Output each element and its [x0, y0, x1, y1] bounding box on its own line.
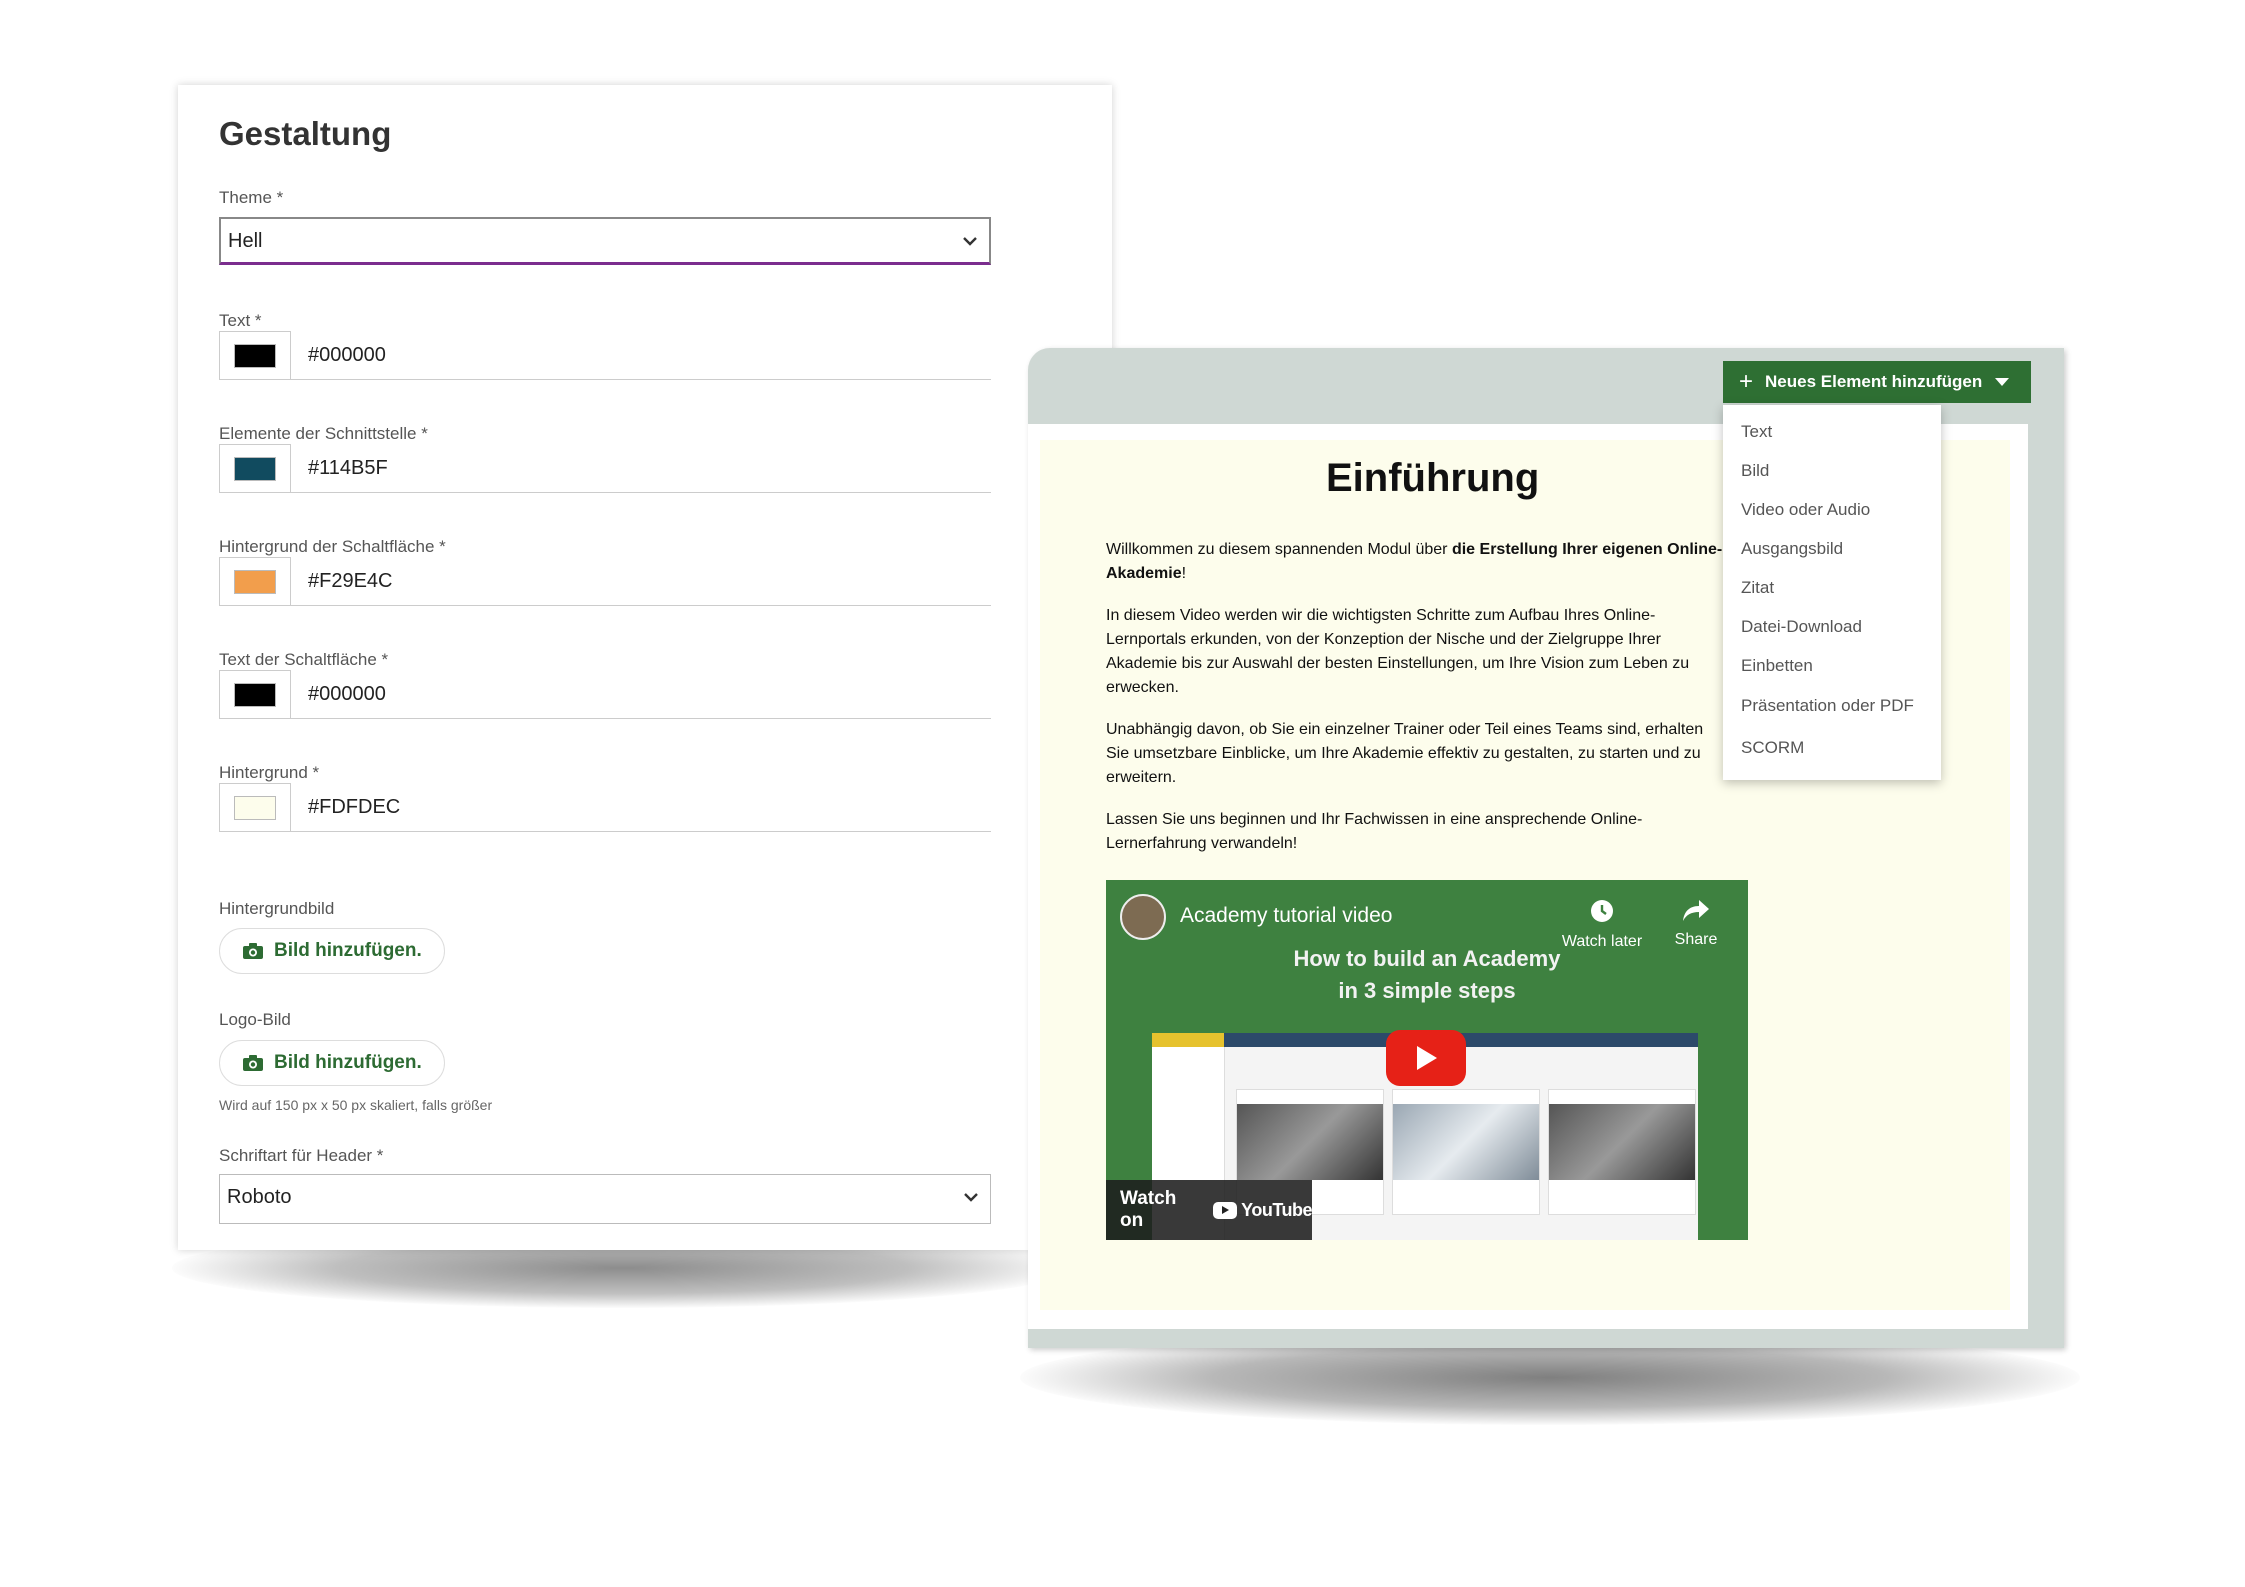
watch-on-label: Watch on	[1120, 1188, 1177, 1231]
closing-paragraph: Lassen Sie uns beginnen und Ihr Fachwiss…	[1106, 811, 1643, 852]
preview-card-image	[1393, 1104, 1539, 1180]
panel-title: Gestaltung	[219, 115, 392, 152]
menu-item-image[interactable]: Bild	[1741, 461, 1769, 481]
background-color-field[interactable]: #FDFDEC	[219, 783, 991, 832]
theme-select[interactable]: Hell	[219, 217, 991, 265]
share-button[interactable]: Share	[1662, 898, 1730, 949]
color-swatch	[234, 457, 276, 481]
text-color-field[interactable]: #000000	[219, 331, 991, 380]
color-picker-button[interactable]	[219, 783, 291, 831]
camera-icon	[243, 943, 263, 959]
share-arrow-icon	[1683, 900, 1709, 921]
channel-avatar[interactable]	[1120, 894, 1166, 940]
add-element-button[interactable]: + Neues Element hinzufügen	[1723, 361, 2031, 403]
add-background-image-button[interactable]: Bild hinzufügen.	[219, 928, 445, 974]
lesson-title: Einführung	[1326, 456, 1540, 500]
preview-logo-area	[1152, 1033, 1224, 1047]
preview-card	[1392, 1089, 1540, 1215]
background-color-value: #FDFDEC	[308, 796, 401, 818]
design-settings-panel: Gestaltung Theme * Hell Text * #000000 E…	[178, 85, 1112, 1250]
header-font-value: Roboto	[227, 1186, 292, 1208]
intro-text-end: !	[1181, 565, 1187, 582]
plus-icon: +	[1739, 368, 1754, 395]
video-description-paragraph: In diesem Video werden wir die wichtigst…	[1106, 607, 1690, 696]
color-picker-button[interactable]	[219, 670, 291, 718]
theme-value: Hell	[228, 230, 263, 252]
color-picker-button[interactable]	[219, 444, 291, 492]
background-image-label: Hintergrundbild	[219, 899, 335, 918]
play-icon	[1417, 1046, 1437, 1070]
youtube-play-icon	[1213, 1201, 1238, 1219]
button-text-color-field[interactable]: #000000	[219, 670, 991, 719]
menu-item-quote[interactable]: Zitat	[1741, 578, 1774, 598]
video-title[interactable]: Academy tutorial video	[1180, 904, 1392, 928]
button-text-color-label: Text der Schaltfläche *	[219, 650, 389, 669]
header-font-label: Schriftart für Header *	[219, 1146, 384, 1165]
button-bg-color-value: #F29E4C	[308, 570, 393, 592]
theme-label: Theme *	[219, 188, 284, 207]
clock-icon	[1591, 900, 1613, 922]
preview-card-image	[1237, 1104, 1383, 1180]
button-text-color-value: #000000	[308, 683, 386, 705]
audience-paragraph: Unabhängig davon, ob Sie ein einzelner T…	[1106, 721, 1704, 786]
video-headline-2: in 3 simple steps	[1338, 978, 1516, 1003]
add-logo-image-button[interactable]: Bild hinzufügen.	[219, 1040, 445, 1086]
button-bg-color-label: Hintergrund der Schaltfläche *	[219, 537, 446, 556]
chevron-down-icon	[964, 1193, 978, 1202]
intro-paragraph: Willkommen zu diesem spannenden Modul üb…	[1106, 538, 1726, 586]
watch-later-button[interactable]: Watch later	[1554, 898, 1650, 951]
menu-item-video-audio[interactable]: Video oder Audio	[1741, 500, 1870, 520]
button-bg-color-field[interactable]: #F29E4C	[219, 557, 991, 606]
color-picker-button[interactable]	[219, 557, 291, 605]
preview-card-image	[1549, 1104, 1695, 1180]
add-image-label: Bild hinzufügen.	[274, 940, 422, 961]
camera-icon	[243, 1055, 263, 1071]
background-color-label: Hintergrund *	[219, 763, 320, 782]
menu-item-scorm[interactable]: SCORM	[1741, 738, 1804, 758]
interface-color-field[interactable]: #114B5F	[219, 444, 991, 493]
chevron-down-icon	[963, 237, 977, 246]
add-image-label: Bild hinzufügen.	[274, 1052, 422, 1073]
intro-text: Willkommen zu diesem spannenden Modul üb…	[1106, 541, 1452, 558]
color-swatch	[234, 683, 276, 707]
menu-item-file-download[interactable]: Datei-Download	[1741, 617, 1862, 637]
menu-item-text[interactable]: Text	[1741, 422, 1772, 442]
interface-color-label: Elemente der Schnittstelle *	[219, 424, 428, 443]
video-headline-1: How to build an Academy	[1293, 946, 1561, 971]
youtube-wordmark: YouTube	[1241, 1199, 1312, 1220]
color-swatch	[234, 570, 276, 594]
menu-item-exit-image[interactable]: Ausgangsbild	[1741, 539, 1843, 559]
watch-on-youtube-button[interactable]: Watch on YouTube	[1106, 1180, 1312, 1240]
play-button[interactable]	[1386, 1030, 1466, 1086]
interface-color-value: #114B5F	[308, 457, 388, 479]
youtube-video-embed[interactable]: Academy tutorial video Watch later Share…	[1106, 880, 1748, 1240]
color-picker-button[interactable]	[219, 331, 291, 379]
logo-image-label: Logo-Bild	[219, 1010, 291, 1029]
color-swatch	[234, 344, 276, 368]
menu-item-presentation-pdf[interactable]: Präsentation oder PDF	[1741, 696, 1914, 716]
caret-down-icon	[1995, 378, 2009, 386]
header-font-select[interactable]: Roboto	[219, 1174, 991, 1224]
add-element-menu: Text Bild Video oder Audio Ausgangsbild …	[1723, 405, 1941, 780]
text-color-label: Text *	[219, 311, 262, 330]
youtube-logo: YouTube	[1213, 1200, 1312, 1221]
color-swatch	[234, 796, 276, 820]
logo-size-hint: Wird auf 150 px x 50 px skaliert, falls …	[219, 1097, 493, 1113]
text-color-value: #000000	[308, 344, 386, 366]
preview-card	[1548, 1089, 1696, 1215]
menu-item-embed[interactable]: Einbetten	[1741, 656, 1813, 676]
add-element-label: Neues Element hinzufügen	[1765, 372, 1983, 391]
